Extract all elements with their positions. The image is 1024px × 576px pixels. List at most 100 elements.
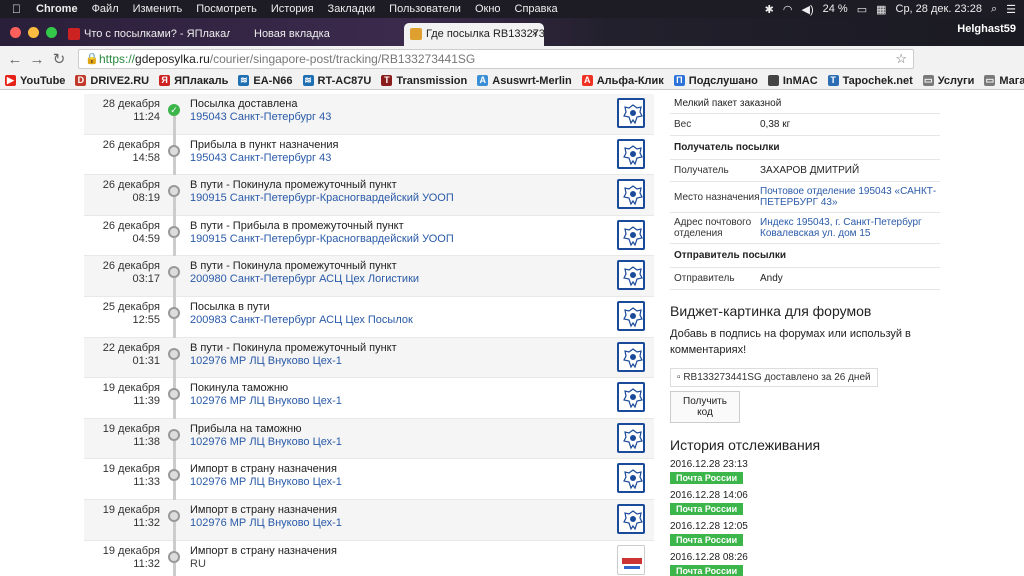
bookmark-10[interactable]: T Tapochek.net <box>823 75 918 87</box>
event-time: 12:55 <box>132 313 160 326</box>
destination-link[interactable]: Почтовое отделение 195043 «САНКТ-ПЕТЕРБУ… <box>760 186 940 208</box>
widget-image[interactable]: ▫ RB133273441SG доставлено за 26 дней <box>670 368 878 387</box>
russian-post-logo-icon <box>617 260 645 291</box>
post-office-address-link[interactable]: Индекс 195043, г. Санкт-Петербург Ковале… <box>760 217 940 239</box>
tab-new-tab[interactable]: Новая вкладка <box>232 23 400 46</box>
info-panel: Мелкий пакет заказной Вес 0,38 кг Получа… <box>670 94 940 576</box>
close-tab-icon[interactable]: × <box>532 23 538 46</box>
event-date: 19 декабря 11:32 <box>84 545 160 571</box>
event-status: Импорт в страну назначения <box>190 463 337 476</box>
history-date: 2016.12.28 23:13 <box>670 459 748 470</box>
event-location-link[interactable]: 195043 Санкт-Петербург 43 <box>190 111 331 124</box>
forward-icon[interactable]: → <box>26 51 48 68</box>
event-location-link[interactable]: 200983 Санкт-Петербург АСЦ Цех Посылок <box>190 314 413 327</box>
reload-icon[interactable]: ↻ <box>48 50 70 68</box>
battery-icon[interactable]: ▭ <box>857 3 867 16</box>
bookmark-favicon-icon: ≋ <box>302 75 314 86</box>
tab-strip: Что с посылками? - ЯПлакаль Новая вкладк… <box>0 18 1024 46</box>
russian-post-logo-icon <box>617 98 645 128</box>
bookmark-7[interactable]: A Альфа-Клик <box>577 75 669 87</box>
timeline-node-icon <box>168 225 180 238</box>
timeline-node-icon <box>168 469 180 482</box>
event-day: 26 декабря <box>102 219 160 232</box>
bookmark-label: DRIVE2.RU <box>90 74 150 87</box>
event-location-link[interactable]: 195043 Санкт-Петербург 43 <box>190 152 331 165</box>
menu-view[interactable]: Посмотреть <box>189 3 264 15</box>
bookmark-5[interactable]: T Transmission <box>376 75 472 87</box>
event-location-link[interactable]: 102976 МР ЛЦ Внуково Цех-1 <box>190 355 342 368</box>
event-location-link[interactable]: 200980 Санкт-Петербург АСЦ Цех Логистики <box>190 273 419 286</box>
recipient-value: ЗАХАРОВ ДМИТРИЙ <box>760 165 860 176</box>
bookmark-label: Услуги <box>937 74 975 87</box>
volume-icon[interactable]: ◀) <box>801 3 813 16</box>
tracking-row: 19 декабря 11:39 Покинула таможню 102976 МР… <box>84 378 654 432</box>
bookmark-4[interactable]: ≋ RT-AC87U <box>298 75 377 87</box>
menu-edit[interactable]: Изменить <box>126 3 190 15</box>
tracking-row: 25 декабря 12:55 Посылка в пути 200983 Санк… <box>84 297 654 350</box>
weight-label: Вес <box>674 119 692 130</box>
bookmark-favicon-icon: ▶ <box>5 75 16 86</box>
bookmark-star-icon[interactable]: ☆ <box>895 50 907 68</box>
tab-gdeposylka[interactable]: Где посылка RB133273441 × <box>404 23 544 46</box>
tab-yaplakal[interactable]: Что с посылками? - ЯПлакаль <box>62 23 230 46</box>
recipient-row: Получатель ЗАХАРОВ ДМИТРИЙ <box>670 160 940 182</box>
menu-help[interactable]: Справка <box>508 3 565 15</box>
history-date: 2016.12.28 12:05 <box>670 521 748 532</box>
bookmark-8[interactable]: П Подслушано <box>669 75 763 87</box>
event-location-link[interactable]: 102976 МР ЛЦ Внуково Цех-1 <box>190 476 342 489</box>
url-input[interactable]: 🔒 https://gdeposylka.ru/courier/singapor… <box>78 49 914 69</box>
widget-image-text: RB133273441SG доставлено за 26 дней <box>683 372 871 383</box>
tracking-row: 19 декабря 11:32 Импорт в страну назначени… <box>84 541 654 576</box>
tracking-row: 26 декабря 04:59 В пути - Прибыла в промеж… <box>84 216 654 269</box>
minimize-window-icon[interactable] <box>28 27 39 38</box>
carrier-badge: Почта России <box>670 503 744 515</box>
back-icon[interactable]: ← <box>4 51 26 68</box>
zoom-window-icon[interactable] <box>46 27 57 38</box>
timeline-node-icon <box>168 185 180 198</box>
bookmark-2[interactable]: Я ЯПлакаль <box>154 75 233 87</box>
event-time: 11:38 <box>133 435 160 448</box>
profile-name[interactable]: Helghast59 <box>957 23 1016 35</box>
timeline-node-icon <box>168 388 180 401</box>
flag-icon[interactable]: ▦ <box>876 3 886 16</box>
event-location-link[interactable]: 102976 МР ЛЦ Внуково Цех-1 <box>190 517 342 530</box>
menu-users[interactable]: Пользователи <box>382 3 468 15</box>
bluetooth-icon[interactable]: ✱ <box>765 3 774 16</box>
menu-window[interactable]: Окно <box>468 3 508 15</box>
event-location-link[interactable]: 102976 МР ЛЦ Внуково Цех-1 <box>190 436 342 449</box>
bookmark-favicon-icon <box>767 75 779 86</box>
bookmark-label: Магазины <box>999 74 1024 87</box>
close-window-icon[interactable] <box>10 27 21 38</box>
bookmark-label: Альфа-Клик <box>596 74 664 87</box>
event-status: Посылка в пути <box>190 300 270 313</box>
event-location-link[interactable]: 190915 Санкт-Петербург-Красногвардейский… <box>190 233 454 246</box>
clock[interactable]: Ср, 28 дек. 23:28 <box>896 3 982 15</box>
menu-bookmarks[interactable]: Закладки <box>321 3 383 15</box>
bookmark-6[interactable]: A Asuswrt-Merlin <box>472 75 576 87</box>
menu-file[interactable]: Файл <box>85 3 126 15</box>
event-date: 19 декабря 11:32 <box>84 504 160 530</box>
app-menu[interactable]: Chrome <box>29 3 85 15</box>
bookmark-1[interactable]: D DRIVE2.RU <box>70 75 154 87</box>
bookmark-0[interactable]: ▶ YouTube <box>0 75 70 87</box>
wifi-icon[interactable]: ◠ <box>783 3 793 16</box>
get-code-button[interactable]: Получить код <box>670 391 740 423</box>
weight-value: 0,38 кг <box>760 119 791 130</box>
bookmark-11[interactable]: ▭ Услуги <box>918 75 980 87</box>
search-icon[interactable]: ⌕ <box>991 3 997 16</box>
event-day: 22 декабря <box>102 341 160 354</box>
event-status: Посылка доставлена <box>190 98 298 110</box>
menu-list-icon[interactable]: ☰ <box>1006 3 1016 16</box>
event-location-link[interactable]: 102976 МР ЛЦ Внуково Цех-1 <box>190 395 342 408</box>
menu-history[interactable]: История <box>264 3 321 15</box>
battery-percent[interactable]: 24 % <box>823 3 848 15</box>
event-location-link[interactable]: 190915 Санкт-Петербург-Красногвардейский… <box>190 192 454 205</box>
apple-menu-icon[interactable]:  <box>0 2 29 16</box>
lock-icon[interactable]: 🔒 <box>85 50 99 68</box>
event-date: 28 декабря 11:24 <box>84 98 160 124</box>
bookmark-3[interactable]: ≋ EA-N66 <box>233 75 297 87</box>
bookmark-9[interactable]: InMAC <box>763 75 823 87</box>
address-bar: ← → ↻ 🔒 https://gdeposylka.ru/courier/si… <box>0 46 1024 111</box>
bookmark-12[interactable]: ▭Магазины <box>979 75 1024 87</box>
bookmark-label: Asuswrt-Merlin <box>492 74 572 87</box>
